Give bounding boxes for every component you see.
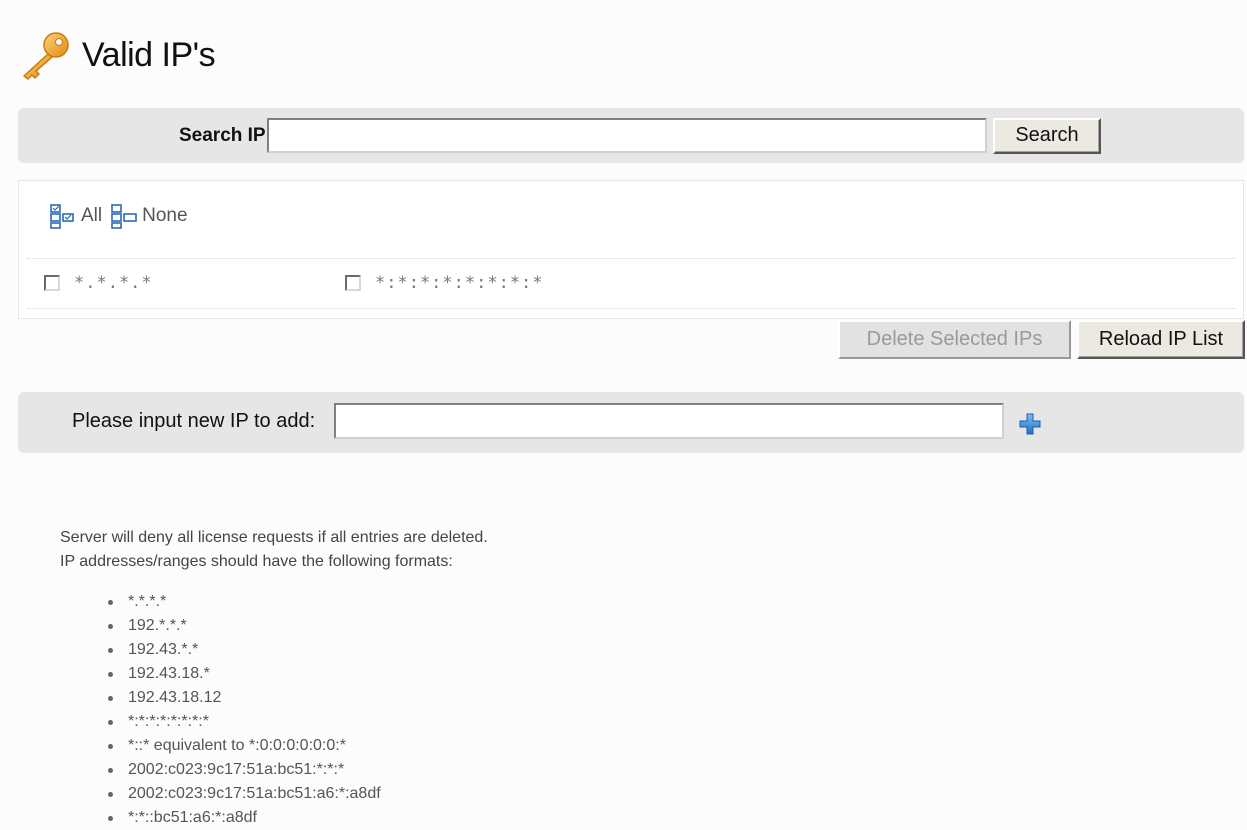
add-ip-label: Please input new IP to add:: [72, 410, 316, 432]
ip-list-item: *:*:*:*:*:*:*:*: [345, 273, 544, 293]
format-item: *.*.*.*: [108, 590, 381, 614]
delete-selected-ips-button[interactable]: Delete Selected IPs: [838, 320, 1071, 359]
reload-ip-list-button[interactable]: Reload IP List: [1077, 320, 1245, 359]
format-item: 192.43.18.*: [108, 662, 381, 686]
key-icon: [23, 32, 69, 80]
format-item: 192.*.*.*: [108, 614, 381, 638]
format-item: 2002:c023:9c17:51a:bc51:a6:*:a8df: [108, 782, 381, 806]
info-text: Server will deny all license requests if…: [60, 526, 488, 574]
new-ip-input[interactable]: [334, 403, 1004, 439]
format-item: *::* equivalent to *:0:0:0:0:0:0:*: [108, 734, 381, 758]
info-line: Server will deny all license requests if…: [60, 529, 488, 546]
selection-controls: All None: [49, 203, 196, 229]
select-all-link[interactable]: All: [49, 203, 102, 229]
add-ip-panel: Please input new IP to add:: [18, 392, 1244, 453]
divider: [27, 258, 1235, 259]
select-all-label: All: [81, 205, 103, 226]
format-item: 2002:c023:9c17:51a:bc51:*:*:*: [108, 758, 381, 782]
select-all-icon: [50, 204, 74, 229]
format-item: 192.43.18.12: [108, 686, 381, 710]
page-title: Valid IP's: [82, 35, 216, 74]
format-item: *:*::bc51:a6:*:a8df: [108, 806, 381, 830]
select-none-label: None: [142, 205, 188, 226]
search-ip-input[interactable]: [267, 118, 987, 153]
ip-list-item: *.*.*.*: [44, 273, 153, 293]
search-panel: Search IP: Search: [18, 108, 1244, 163]
ip-checkbox[interactable]: [345, 275, 361, 291]
divider: [27, 308, 1235, 309]
format-item: *:*:*:*:*:*:*:*: [108, 710, 381, 734]
ip-list-panel: All None *.*.*.* *:*:*:*:*:*:*:*: [18, 180, 1244, 319]
ip-format-list: *.*.*.* 192.*.*.* 192.43.*.* 192.43.18.*…: [108, 590, 381, 830]
page-header: Valid IP's: [18, 28, 216, 82]
search-button[interactable]: Search: [993, 118, 1101, 154]
info-line: IP addresses/ranges should have the foll…: [60, 553, 453, 570]
select-none-link[interactable]: None: [110, 203, 188, 229]
ip-value: *:*:*:*:*:*:*:*: [375, 273, 544, 293]
search-ip-label: Search IP:: [179, 125, 272, 146]
format-item: 192.43.*.*: [108, 638, 381, 662]
select-none-icon: [111, 204, 137, 229]
ip-checkbox[interactable]: [44, 275, 60, 291]
ip-value: *.*.*.*: [74, 273, 153, 293]
plus-icon[interactable]: [1018, 412, 1042, 436]
